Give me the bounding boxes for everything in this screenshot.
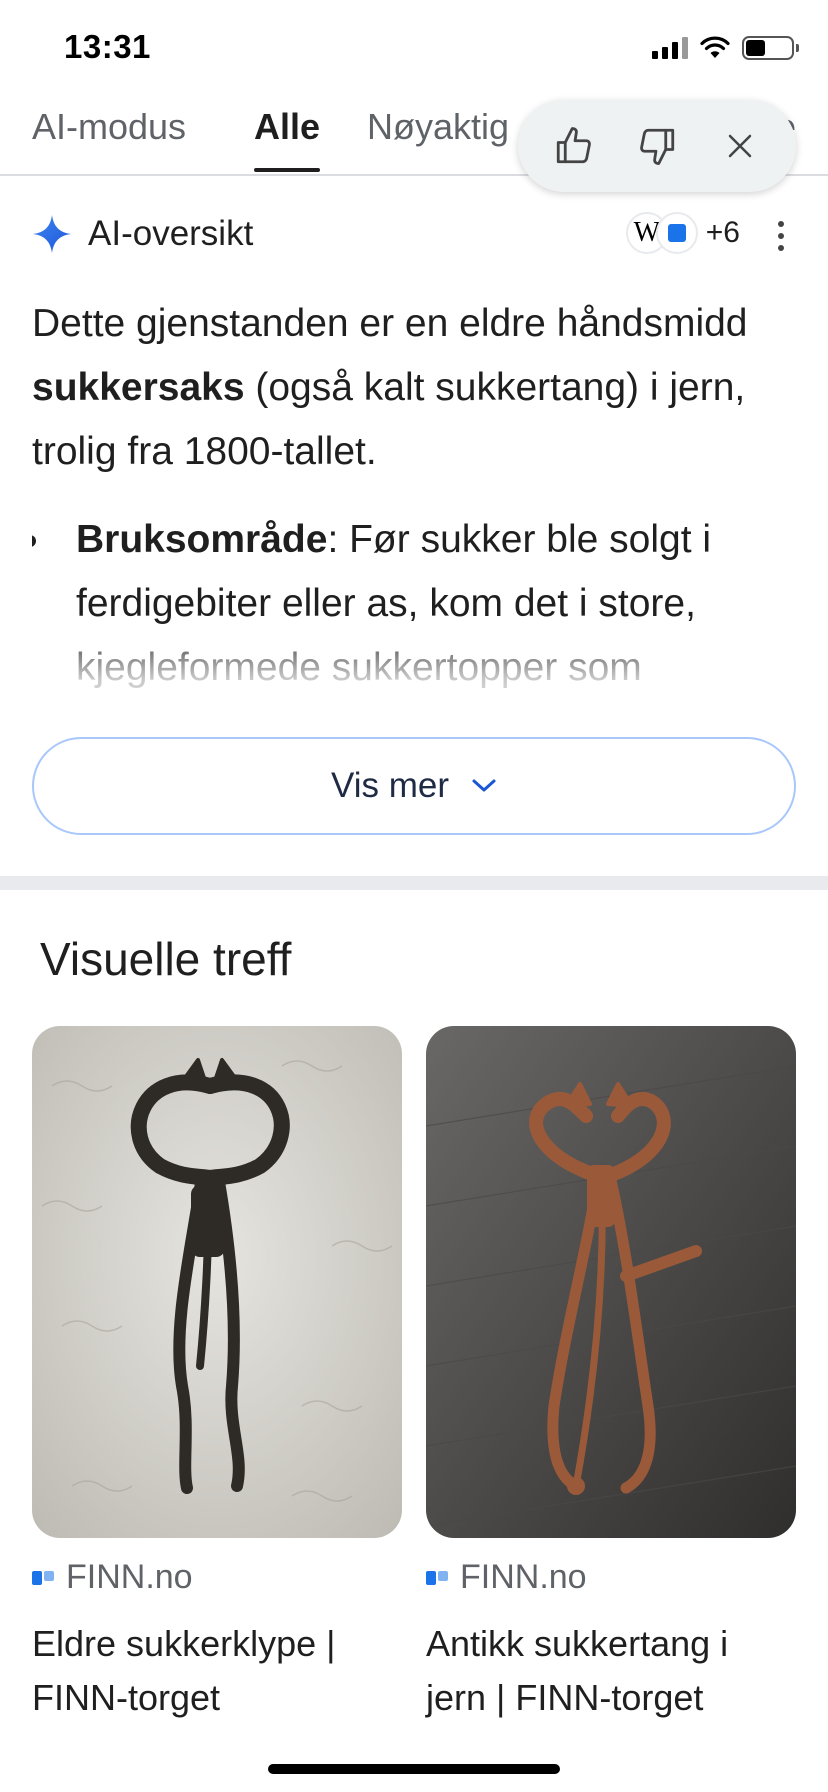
tab-noyaktig[interactable]: Nøyaktig xyxy=(367,106,509,148)
finn-favicon-icon xyxy=(32,1569,56,1587)
highlight-term: sukkersaks xyxy=(32,366,245,409)
battery-icon xyxy=(742,36,799,60)
thumbs-up-icon xyxy=(556,127,591,164)
tab-alle[interactable]: Alle xyxy=(254,106,321,172)
ai-overview-title: AI-oversikt xyxy=(88,214,254,253)
source-favicon-icon xyxy=(655,212,698,254)
ai-overview-header: AI-oversikt W +6 xyxy=(32,210,796,260)
close-button[interactable] xyxy=(712,118,768,174)
section-divider xyxy=(0,876,828,890)
match-thumbnail[interactable] xyxy=(32,1026,402,1538)
show-more-label: Vis mer xyxy=(331,766,449,805)
fade-overlay xyxy=(32,622,802,722)
home-indicator[interactable] xyxy=(268,1764,560,1774)
sparkle-icon xyxy=(33,215,71,253)
thumbs-down-button[interactable] xyxy=(629,118,685,174)
sources-more-count: +6 xyxy=(705,216,740,249)
status-icons xyxy=(652,36,799,60)
cellular-signal-icon xyxy=(652,37,688,59)
finn-favicon-icon xyxy=(426,1569,450,1587)
status-time: 13:31 xyxy=(64,28,151,65)
thumbs-down-icon xyxy=(640,128,675,165)
feedback-popup xyxy=(518,100,796,192)
match-caption[interactable]: Antikk sukkertang i jern | FINN-torget xyxy=(426,1617,796,1725)
wifi-icon xyxy=(700,36,730,58)
match-source-label: FINN.no xyxy=(66,1558,193,1596)
more-options-icon[interactable] xyxy=(766,216,796,256)
tab-ai-modus[interactable]: AI-modus xyxy=(32,106,186,148)
visual-matches-title: Visuelle treff xyxy=(40,933,292,985)
match-thumbnail[interactable] xyxy=(426,1026,796,1538)
match-source[interactable]: FINN.no xyxy=(32,1558,402,1597)
visual-match-card[interactable]: FINN.no Eldre sukkerklype | FINN-torget xyxy=(32,1026,402,1725)
status-bar: 13:31 xyxy=(0,0,828,100)
ai-overview-body: Dette gjenstanden er en eldre håndsmidd … xyxy=(32,292,802,722)
match-caption[interactable]: Eldre sukkerklype | FINN-torget xyxy=(32,1617,402,1725)
ai-overview-paragraph: Dette gjenstanden er en eldre håndsmidd … xyxy=(32,302,748,473)
show-more-button[interactable]: Vis mer xyxy=(32,737,796,835)
source-avatars[interactable]: W +6 xyxy=(625,212,740,254)
match-source-label: FINN.no xyxy=(460,1558,587,1596)
chevron-down-icon xyxy=(472,779,496,792)
match-source[interactable]: FINN.no xyxy=(426,1558,796,1597)
thumbs-up-button[interactable] xyxy=(546,118,602,174)
close-icon xyxy=(729,134,752,158)
visual-match-card[interactable]: FINN.no Antikk sukkertang i jern | FINN-… xyxy=(426,1026,796,1725)
